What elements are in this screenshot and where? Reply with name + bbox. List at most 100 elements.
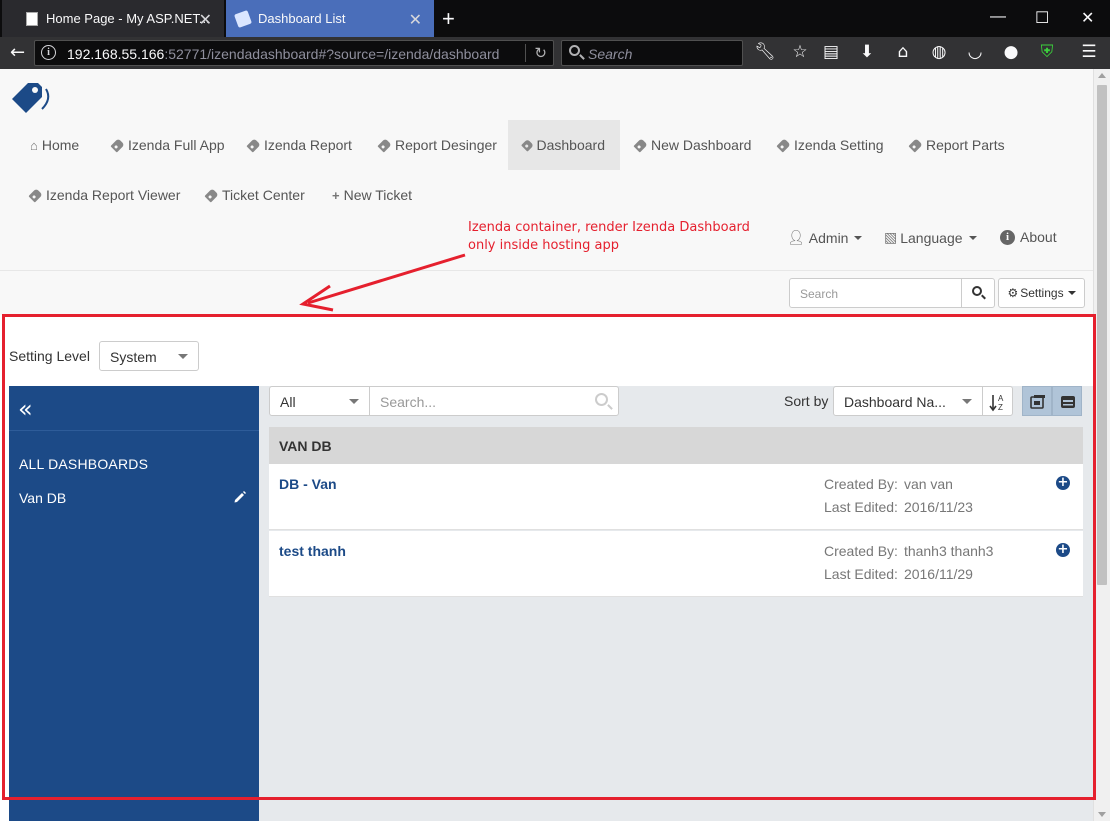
url-bar[interactable]: i 192.168.55.166:52771/izendadashboard#?…: [34, 40, 554, 66]
nav-item-izenda-full-app[interactable]: Izenda Full App: [97, 120, 240, 170]
dashboard-card[interactable]: test thanh Created By: thanh3 thanh3 Last…: [269, 531, 1083, 597]
search-icon: [569, 45, 580, 56]
settings-button[interactable]: ⚙ Settings: [998, 278, 1085, 308]
dashboard-sidebar: « ALL DASHBOARDS Van DB: [9, 386, 259, 821]
home-icon: ⌂: [30, 137, 38, 153]
browser-tab-home[interactable]: Home Page - My ASP.NET... ✕: [2, 0, 224, 37]
divider: [9, 430, 259, 431]
tag-icon: [234, 9, 252, 28]
sort-direction-button[interactable]: A Z: [982, 386, 1013, 416]
plus-circle-icon[interactable]: +: [1056, 476, 1070, 490]
dashboard-title-link[interactable]: test thanh: [279, 543, 346, 559]
tag-icon: [908, 137, 923, 153]
nav-item-izenda-report-viewer[interactable]: Izenda Report Viewer: [15, 170, 195, 220]
tile-view-button[interactable]: [1022, 386, 1052, 416]
reader-icon[interactable]: ▤: [820, 42, 842, 62]
reload-icon[interactable]: ↻: [525, 44, 547, 62]
tag-icon: [776, 137, 791, 153]
tile-view-icon: [1030, 395, 1045, 409]
nav-item-dashboard[interactable]: Dashboard: [508, 120, 620, 170]
dashboard-title-link[interactable]: DB - Van: [279, 476, 337, 492]
dashboard-search-input[interactable]: Search...: [369, 386, 619, 416]
url-text: 192.168.55.166:52771/izendadashboard#?so…: [67, 46, 500, 62]
nav-label: Ticket Center: [222, 187, 305, 203]
pocket-icon[interactable]: ◡: [964, 42, 986, 62]
scroll-down-arrow-icon[interactable]: [1098, 812, 1106, 817]
svg-text:Z: Z: [998, 403, 1003, 412]
page-icon: [26, 11, 38, 26]
brand-logo-icon[interactable]: [8, 77, 54, 115]
nav-item-izenda-setting[interactable]: Izenda Setting: [763, 120, 899, 170]
menu-icon[interactable]: ☰: [1078, 42, 1100, 62]
caret-down-icon: [178, 354, 188, 359]
scroll-thumb[interactable]: [1097, 85, 1107, 585]
plus-icon: +: [332, 187, 340, 203]
dashboard-group-header: VAN DB: [269, 427, 1083, 464]
created-by-row: Created By: thanh3 thanh3: [824, 543, 994, 559]
scroll-up-arrow-icon[interactable]: [1098, 73, 1106, 78]
nav-item-report-parts[interactable]: Report Parts: [895, 120, 1020, 170]
browser-tab-dashboard-list[interactable]: Dashboard List ✕: [226, 0, 434, 37]
close-tab-icon[interactable]: ✕: [409, 10, 422, 30]
last-edited-row: Last Edited: 2016/11/23: [824, 499, 973, 515]
nav-label: Report Desinger: [395, 137, 497, 153]
info-circle-icon: i: [1000, 229, 1015, 245]
wrench-icon[interactable]: 🔧︎: [754, 42, 776, 62]
svg-text:A: A: [998, 394, 1004, 403]
home-icon[interactable]: ⌂: [892, 42, 914, 62]
web-page: ⌂ Home Izenda Full App Izenda Report Rep…: [0, 69, 1093, 821]
page-scrollbar[interactable]: [1093, 69, 1110, 821]
pencil-icon[interactable]: [233, 490, 247, 504]
tag-icon: [204, 187, 219, 203]
maximize-icon[interactable]: ☐: [1035, 8, 1049, 28]
settings-label: Settings: [1020, 286, 1064, 300]
nav-item-new-dashboard[interactable]: New Dashboard: [620, 120, 766, 170]
setting-level-select[interactable]: System: [99, 341, 199, 371]
user-menu[interactable]: 👤︎ Admin: [787, 229, 863, 246]
minimize-icon[interactable]: —: [990, 8, 1006, 26]
extension-icon[interactable]: ●: [1000, 42, 1022, 62]
close-window-icon[interactable]: ✕: [1081, 8, 1094, 28]
nav-item-izenda-report[interactable]: Izenda Report: [233, 120, 367, 170]
search-placeholder: Search...: [380, 394, 437, 410]
sort-select[interactable]: Dashboard Na...: [833, 386, 983, 416]
language-menu[interactable]: ▧ Language: [884, 229, 977, 246]
nav-label: Izenda Full App: [128, 137, 225, 153]
nav-item-home[interactable]: ⌂ Home: [15, 120, 94, 170]
nav-item-new-ticket[interactable]: + New Ticket: [317, 170, 427, 220]
browser-search-field[interactable]: Search: [561, 40, 743, 66]
nav-item-ticket-center[interactable]: Ticket Center: [191, 170, 320, 220]
category-filter-select[interactable]: All: [269, 386, 370, 416]
top-search-button[interactable]: [961, 278, 995, 308]
browser-nav-bar: ← i 192.168.55.166:52771/izendadashboard…: [0, 37, 1110, 69]
top-search-input[interactable]: Search: [789, 278, 962, 308]
sidebar-item-all-dashboards[interactable]: ALL DASHBOARDS: [19, 456, 148, 472]
back-arrow-icon[interactable]: ←: [10, 42, 25, 63]
about-link[interactable]: i About: [1000, 229, 1057, 245]
last-edited-row: Last Edited: 2016/11/29: [824, 566, 973, 582]
list-view-button[interactable]: [1052, 386, 1082, 416]
sidebar-item-van-db[interactable]: Van DB: [19, 490, 66, 506]
about-label: About: [1020, 229, 1057, 245]
info-icon[interactable]: i: [41, 45, 56, 60]
new-tab-button[interactable]: +: [442, 6, 455, 32]
nav-item-report-designer[interactable]: Report Desinger: [364, 120, 512, 170]
nav-label: Izenda Setting: [794, 137, 884, 153]
close-tab-icon[interactable]: ✕: [199, 10, 212, 30]
shield-icon[interactable]: ⛨: [1036, 42, 1058, 62]
download-icon[interactable]: ⬇: [856, 42, 878, 62]
tag-icon: [110, 137, 125, 153]
sort-label: Sort by: [784, 393, 829, 409]
globe-icon[interactable]: ◍: [928, 42, 950, 62]
dashboard-card[interactable]: DB - Van Created By: van van Last Edited:…: [269, 464, 1083, 530]
bookmark-star-icon[interactable]: ☆: [789, 42, 811, 62]
caret-down-icon: [854, 235, 863, 240]
caret-down-icon: [349, 399, 359, 404]
search-icon: [595, 393, 608, 406]
caret-down-icon: [962, 399, 972, 404]
gears-icon: ⚙: [1007, 286, 1019, 300]
nav-label: Dashboard: [536, 137, 606, 153]
tag-icon: [246, 137, 261, 153]
double-chevron-left-icon[interactable]: «: [18, 397, 33, 421]
plus-circle-icon[interactable]: +: [1056, 543, 1070, 557]
